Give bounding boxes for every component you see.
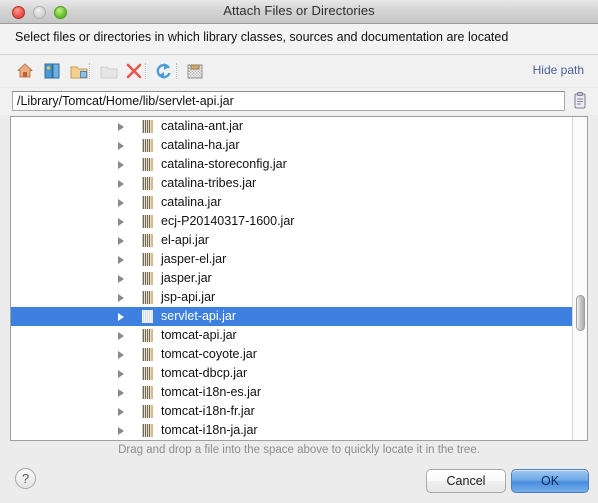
toolbar: Hide path (0, 55, 598, 87)
jar-file-icon (142, 386, 153, 399)
file-name-label: jsp-api.jar (161, 290, 216, 304)
expand-triangle-icon[interactable] (118, 142, 124, 150)
hide-path-link[interactable]: Hide path (533, 63, 584, 77)
prompt-text: Select files or directories in which lib… (15, 30, 509, 44)
cancel-button[interactable]: Cancel (426, 469, 506, 493)
expand-triangle-icon[interactable] (118, 123, 124, 131)
prompt-bar: Select files or directories in which lib… (0, 24, 598, 55)
scrollbar-thumb[interactable] (576, 295, 585, 331)
file-name-label: servlet-api.jar (161, 309, 237, 323)
file-name-label: catalina-storeconfig.jar (161, 157, 287, 171)
expand-triangle-icon[interactable] (118, 408, 124, 416)
jar-file-icon (142, 367, 153, 380)
delete-icon[interactable] (123, 60, 145, 82)
file-list-item[interactable]: catalina.jar (11, 193, 574, 212)
jar-file-icon (142, 405, 153, 418)
file-name-label: tomcat-dbcp.jar (161, 366, 248, 380)
jar-file-icon (142, 291, 153, 304)
expand-triangle-icon[interactable] (118, 313, 124, 321)
jar-file-icon (142, 424, 153, 437)
expand-triangle-icon[interactable] (118, 199, 124, 207)
toolbar-separator (176, 63, 178, 79)
file-list-item[interactable]: tomcat-i18n-es.jar (11, 383, 574, 402)
expand-triangle-icon[interactable] (118, 256, 124, 264)
jar-file-icon (142, 348, 153, 361)
file-list-item[interactable]: tomcat-api.jar (11, 326, 574, 345)
home-icon[interactable] (14, 60, 36, 82)
open-folder-icon (98, 60, 120, 82)
file-list-item[interactable]: el-api.jar (11, 231, 574, 250)
file-list-item[interactable]: jsp-api.jar (11, 288, 574, 307)
file-name-label: el-api.jar (161, 233, 209, 247)
file-name-label: tomcat-i18n-fr.jar (161, 404, 255, 418)
file-list-item[interactable]: tomcat-dbcp.jar (11, 364, 574, 383)
file-name-label: jasper-el.jar (161, 252, 227, 266)
file-list-item[interactable]: jasper.jar (11, 269, 574, 288)
jar-file-icon (142, 215, 153, 228)
path-input[interactable] (12, 91, 565, 111)
file-list-item[interactable]: catalina-tribes.jar (11, 174, 574, 193)
file-list-item[interactable]: servlet-api.jar (11, 307, 574, 326)
expand-triangle-icon[interactable] (118, 332, 124, 340)
file-list-rows: catalina-ant.jar catalina-ha.jar catalina-… (11, 117, 574, 440)
jar-file-icon (142, 310, 153, 323)
jar-file-icon (142, 139, 153, 152)
file-list-item[interactable]: catalina-storeconfig.jar (11, 155, 574, 174)
file-name-label: catalina.jar (161, 195, 222, 209)
jar-file-icon (142, 196, 153, 209)
file-name-label: catalina-ha.jar (161, 138, 240, 152)
file-name-label: tomcat-api.jar (161, 328, 237, 342)
file-list-item[interactable]: catalina-ha.jar (11, 136, 574, 155)
show-hidden-files-icon[interactable] (184, 60, 206, 82)
new-folder-icon[interactable] (68, 60, 90, 82)
title-bar: Attach Files or Directories (0, 0, 598, 24)
project-icon[interactable] (41, 60, 63, 82)
jar-file-icon (142, 272, 153, 285)
file-list-item[interactable]: catalina-ant.jar (11, 117, 574, 136)
expand-triangle-icon[interactable] (118, 427, 124, 435)
help-button[interactable]: ? (15, 468, 36, 489)
jar-file-icon (142, 177, 153, 190)
file-name-label: tomcat-i18n-ja.jar (161, 423, 258, 437)
attach-files-dialog: Attach Files or Directories Select files… (0, 0, 598, 503)
clipboard-icon[interactable] (572, 91, 588, 111)
file-list-item[interactable]: jasper-el.jar (11, 250, 574, 269)
expand-triangle-icon[interactable] (118, 351, 124, 359)
jar-file-icon (142, 329, 153, 342)
expand-triangle-icon[interactable] (118, 180, 124, 188)
vertical-scrollbar[interactable] (572, 117, 587, 440)
ok-button[interactable]: OK (511, 469, 589, 493)
expand-triangle-icon[interactable] (118, 389, 124, 397)
file-list[interactable]: catalina-ant.jar catalina-ha.jar catalina-… (10, 116, 588, 441)
footer: ? Cancel OK (0, 460, 598, 503)
drag-drop-hint: Drag and drop a file into the space abov… (118, 444, 480, 456)
file-name-label: catalina-tribes.jar (161, 176, 257, 190)
expand-triangle-icon[interactable] (118, 294, 124, 302)
file-name-label: tomcat-coyote.jar (161, 347, 257, 361)
toolbar-separator (89, 63, 91, 79)
jar-file-icon (142, 158, 153, 171)
jar-file-icon (142, 234, 153, 247)
expand-triangle-icon[interactable] (118, 237, 124, 245)
refresh-icon[interactable] (153, 60, 175, 82)
path-row (0, 88, 598, 115)
file-name-label: catalina-ant.jar (161, 119, 243, 133)
file-list-item[interactable]: ecj-P20140317-1600.jar (11, 212, 574, 231)
file-name-label: ecj-P20140317-1600.jar (161, 214, 295, 228)
file-list-item[interactable]: tomcat-coyote.jar (11, 345, 574, 364)
expand-triangle-icon[interactable] (118, 275, 124, 283)
file-list-item[interactable]: tomcat-i18n-ja.jar (11, 421, 574, 440)
window-title: Attach Files or Directories (223, 3, 375, 18)
toolbar-separator (145, 63, 147, 79)
file-name-label: jasper.jar (161, 271, 212, 285)
expand-triangle-icon[interactable] (118, 218, 124, 226)
file-name-label: tomcat-i18n-es.jar (161, 385, 262, 399)
expand-triangle-icon[interactable] (118, 370, 124, 378)
jar-file-icon (142, 120, 153, 133)
file-list-item[interactable]: tomcat-i18n-fr.jar (11, 402, 574, 421)
expand-triangle-icon[interactable] (118, 161, 124, 169)
jar-file-icon (142, 253, 153, 266)
